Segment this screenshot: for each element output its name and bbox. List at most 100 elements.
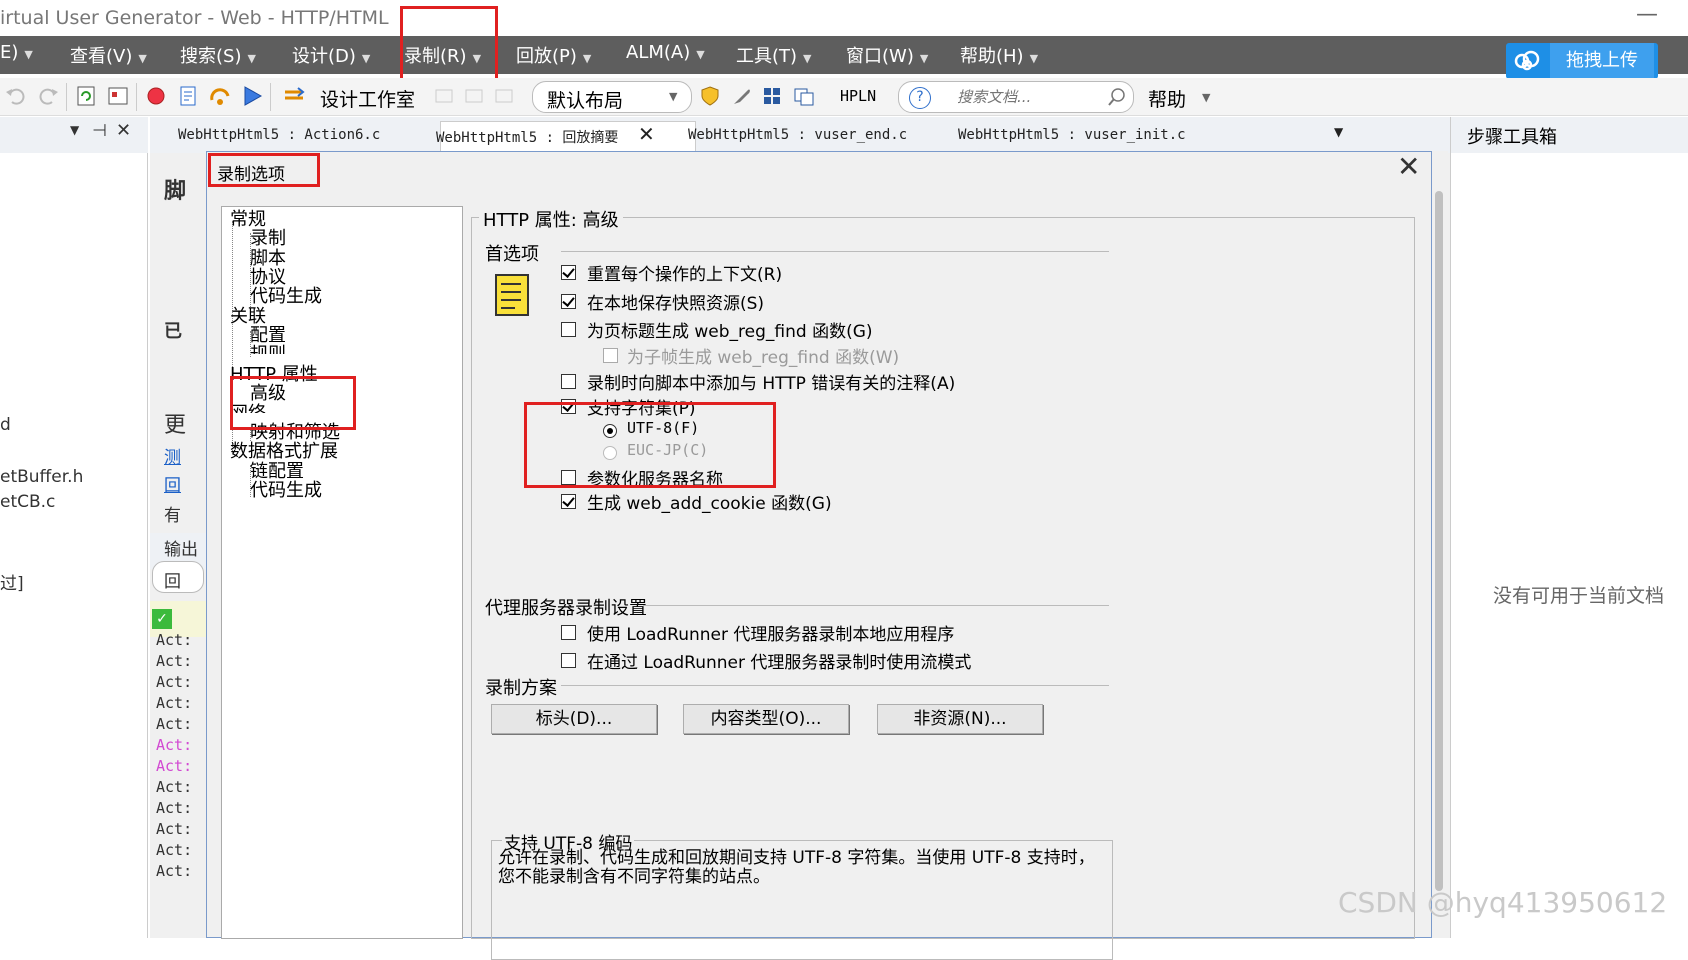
disabled-tool-icon[interactable]	[492, 84, 516, 108]
step-toolbox-title: 步骤工具箱	[1467, 127, 1557, 148]
tab-replay-summary[interactable]: WebHttpHtml5 : 回放摘要	[436, 127, 618, 147]
scrollbar-thumb[interactable]	[1435, 191, 1443, 891]
description-box: 支持 UTF-8 编码 允许在录制、代码生成和回放期间支持 UTF-8 字符集。…	[491, 829, 1113, 960]
chevron-down-icon: ▼	[361, 52, 371, 65]
design-studio-label[interactable]: 设计工作室	[320, 85, 415, 112]
design-studio-icon[interactable]	[282, 84, 306, 108]
add-comments-label: 录制时向脚本中添加与 HTTP 错误有关的注释(A)	[587, 374, 956, 394]
section-divider	[643, 605, 1109, 606]
window-title: irtual User Generator - Web - HTTP/HTML	[0, 7, 389, 29]
search-box[interactable]: ?	[898, 81, 1134, 113]
left-panel-text: 过]	[0, 574, 24, 594]
tab-action6[interactable]: WebHttpHtml5 : Action6.c	[178, 127, 380, 143]
grid-icon[interactable]	[760, 84, 784, 108]
menu-tools[interactable]: 工具(T) ▼	[736, 42, 812, 68]
menu-view[interactable]: 查看(V) ▼	[70, 42, 147, 68]
toolbar-separator	[136, 83, 137, 111]
highlight-record-menu	[400, 6, 498, 86]
headers-button[interactable]: 标头(D)...	[491, 704, 657, 734]
search-input[interactable]	[957, 85, 1097, 109]
file-item[interactable]: etBuffer.h	[0, 467, 83, 487]
menu-design-label: 设计(D)	[292, 46, 356, 67]
tab-vuser-end[interactable]: WebHttpHtml5 : vuser_end.c	[688, 127, 907, 143]
output-line: Act:	[156, 841, 193, 859]
feather-icon[interactable]	[730, 84, 754, 108]
scrollbar[interactable]	[1432, 151, 1448, 938]
empty-message: 没有可用于当前文档	[1493, 585, 1665, 607]
gen-find-subframe-label: 为子帧生成 web_reg_find 函数(W)	[627, 348, 900, 368]
shield-icon[interactable]	[698, 84, 722, 108]
chevron-down-icon: ▼	[247, 52, 256, 65]
save-snapshot-checkbox[interactable]	[561, 294, 576, 309]
tree-item-codegen2[interactable]: 代码生成	[250, 476, 322, 502]
watermark: CSDN @hyq413950612	[1338, 886, 1668, 919]
stream-mode-checkbox[interactable]	[561, 653, 576, 668]
info-text: 有	[164, 506, 181, 526]
highlight-http-advanced	[230, 376, 356, 430]
redo-icon[interactable]	[36, 84, 60, 108]
undo-icon[interactable]	[4, 84, 28, 108]
close-icon[interactable]: ✕	[116, 120, 131, 141]
gen-find-subframe-checkbox[interactable]	[603, 348, 618, 363]
refresh-script-icon[interactable]	[74, 84, 98, 108]
file-item[interactable]: etCB.c	[0, 492, 55, 512]
output-line: Act:	[156, 799, 193, 817]
close-icon[interactable]: ✕	[638, 122, 655, 146]
replay-link[interactable]: 回	[164, 471, 181, 496]
windows-icon[interactable]	[792, 84, 816, 108]
hpln-button[interactable]: HPLN	[840, 87, 876, 105]
upload-button[interactable]: 拖拽上传	[1506, 43, 1658, 79]
record-icon[interactable]	[144, 84, 168, 108]
toolbar-separator	[270, 83, 271, 111]
snapshot-icon[interactable]	[106, 84, 130, 108]
reset-context-checkbox[interactable]	[561, 265, 576, 280]
menu-edit-label: E)	[0, 42, 19, 63]
output-line: Act:	[156, 673, 193, 691]
play-icon[interactable]	[240, 84, 264, 108]
close-icon[interactable]: ✕	[1397, 150, 1420, 183]
gen-find-checkbox[interactable]	[561, 322, 576, 337]
search-icon[interactable]	[1107, 87, 1127, 107]
properties-panel: HTTP 属性: 高级 首选项 重置每个操作的上下文(R) 在本地保存快照资源(…	[471, 206, 1415, 960]
chevron-down-icon[interactable]: ▼	[1202, 91, 1210, 104]
disabled-tool-icon[interactable]	[462, 84, 486, 108]
tab-list-icon[interactable]: ▼	[1334, 125, 1343, 139]
question-icon[interactable]: ?	[909, 87, 931, 109]
output-line: Act:	[156, 694, 193, 712]
tab-vuser-init[interactable]: WebHttpHtml5 : vuser_init.c	[958, 127, 1186, 143]
chevron-down-icon[interactable]: ▼	[70, 123, 79, 137]
chevron-down-icon: ▼	[919, 52, 929, 65]
left-panel-header: ▼ ⊣ ✕	[0, 117, 148, 153]
tree-item-rules[interactable]: 规则	[250, 340, 286, 354]
menu-help[interactable]: 帮助(H) ▼	[960, 42, 1038, 68]
pin-icon[interactable]: ⊣	[92, 121, 107, 141]
disabled-tool-icon[interactable]	[432, 84, 456, 108]
use-proxy-checkbox[interactable]	[561, 625, 576, 640]
non-resources-button[interactable]: 非资源(N)...	[877, 704, 1043, 734]
gen-cookie-checkbox[interactable]	[561, 494, 576, 509]
compile-icon[interactable]	[176, 84, 200, 108]
menu-search[interactable]: 搜索(S) ▼	[180, 42, 256, 68]
output-line: Act:	[156, 862, 193, 880]
step-over-icon[interactable]	[208, 84, 232, 108]
proxy-title: 代理服务器录制设置	[485, 598, 647, 619]
menu-design[interactable]: 设计(D) ▼	[292, 42, 370, 68]
chevron-down-icon: ▼	[669, 90, 678, 103]
menu-edit[interactable]: E) ▼	[0, 42, 33, 63]
menu-window[interactable]: 窗口(W) ▼	[846, 42, 928, 68]
left-panel-text: d	[0, 415, 11, 435]
chevron-down-icon: ▼	[138, 52, 147, 65]
menu-alm-label: ALM(A)	[626, 42, 691, 63]
menu-alm[interactable]: ALM(A) ▼	[626, 42, 705, 63]
content-types-button[interactable]: 内容类型(O)...	[683, 704, 849, 734]
test-link[interactable]: 测	[164, 443, 181, 468]
menu-replay[interactable]: 回放(P) ▼	[516, 42, 591, 68]
menu-tools-label: 工具(T)	[736, 46, 798, 67]
gen-cookie-label: 生成 web_add_cookie 函数(G)	[587, 494, 832, 514]
layout-select[interactable]: 默认布局 ▼	[532, 81, 692, 113]
add-comments-checkbox[interactable]	[561, 374, 576, 389]
help-dropdown[interactable]: 帮助	[1148, 85, 1186, 112]
minimize-button[interactable]: —	[1636, 2, 1658, 27]
layout-value: 默认布局	[547, 90, 624, 112]
menu-view-label: 查看(V)	[70, 46, 133, 67]
